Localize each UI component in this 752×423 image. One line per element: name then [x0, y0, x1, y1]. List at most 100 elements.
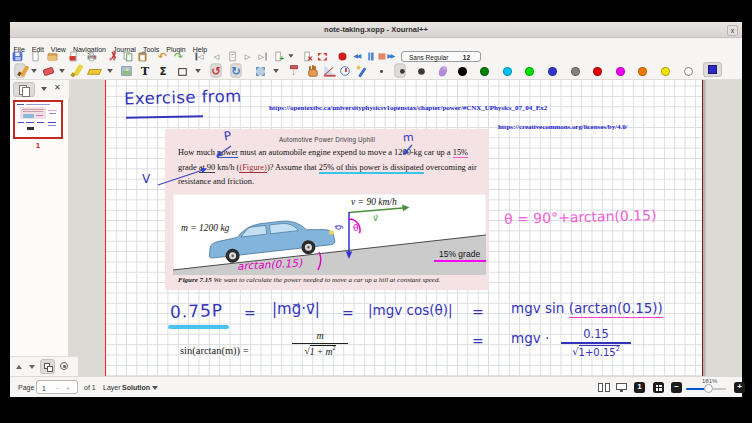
- undo-icon[interactable]: ↶: [157, 52, 167, 61]
- work-term4: mgv ·: [511, 330, 549, 346]
- layer-select[interactable]: Solution: [122, 384, 150, 391]
- move-page-up-icon[interactable]: [14, 362, 24, 372]
- copy-icon[interactable]: [122, 52, 132, 61]
- zoom-fit-button[interactable]: [653, 382, 664, 393]
- page-preview-icon[interactable]: [13, 82, 35, 97]
- rewind-icon[interactable]: ◀◀: [352, 52, 362, 61]
- equals-4: =: [472, 333, 484, 349]
- color-swatch-0[interactable]: [458, 67, 467, 76]
- settings-icon[interactable]: [57, 359, 72, 374]
- last-page-icon[interactable]: ▷: [257, 52, 267, 61]
- redo-icon[interactable]: ↷: [173, 52, 183, 61]
- rotate-left-icon[interactable]: ↺: [210, 63, 221, 77]
- insert-image-icon[interactable]: [120, 65, 131, 76]
- hand-tool-icon[interactable]: [306, 65, 317, 76]
- fullscreen-icon[interactable]: ◤◥◣◢: [317, 52, 327, 61]
- title-bar[interactable]: note-taking.xopp - Xournal++ x: [10, 22, 742, 38]
- next-page-icon[interactable]: ▷: [242, 52, 252, 61]
- page-thumbnail[interactable]: [13, 100, 63, 139]
- shape-dropdown-icon[interactable]: [192, 65, 203, 76]
- compass-icon[interactable]: [339, 65, 350, 76]
- open-folder-icon[interactable]: [47, 52, 57, 61]
- pause-icon[interactable]: [365, 52, 375, 61]
- color-swatch-1[interactable]: [480, 67, 489, 76]
- vertical-space-icon[interactable]: ↓: [288, 65, 299, 76]
- size-medium-icon[interactable]: [394, 63, 405, 77]
- color-swatch-3[interactable]: [525, 67, 534, 76]
- color-swatch-4[interactable]: [548, 67, 557, 76]
- marker-dropdown-icon[interactable]: [104, 65, 115, 76]
- color-swatch-10[interactable]: [684, 67, 693, 76]
- shape-recognizer-icon[interactable]: ★: [355, 65, 366, 76]
- paste-icon[interactable]: [137, 52, 147, 61]
- first-page-icon[interactable]: ◁: [194, 52, 204, 61]
- layer-label: Layer: [103, 384, 121, 391]
- eraser-tool-icon[interactable]: [42, 65, 53, 76]
- pen-tool-icon[interactable]: [14, 63, 25, 77]
- problem-text-line2: grade at 90 km/h ((Figure))? Assume that…: [178, 163, 477, 172]
- delete-page-icon[interactable]: ✕: [302, 52, 312, 61]
- source-url-link[interactable]: https://opentextbc.ca/universityphysicsv…: [269, 104, 547, 112]
- zoom-slider-knob[interactable]: [704, 384, 713, 393]
- marker-tool-icon[interactable]: [88, 65, 99, 76]
- close-icon[interactable]: x: [727, 25, 738, 36]
- fast-forward-icon[interactable]: ▶▶: [386, 52, 396, 61]
- add-page-icon[interactable]: +: [273, 52, 283, 61]
- zoom-100-button[interactable]: 1: [634, 382, 645, 393]
- sidebar-close-icon[interactable]: ✕: [54, 83, 61, 92]
- problem-text-line1: How much power must an automobile engine…: [178, 148, 468, 157]
- select-dropdown-icon[interactable]: [270, 65, 281, 76]
- presentation-mode-icon[interactable]: [616, 382, 628, 393]
- font-size-label: 12: [463, 54, 470, 61]
- document-page[interactable]: Exercise from https://opentextbc.ca/univ…: [105, 80, 703, 376]
- size-fine-icon[interactable]: [375, 65, 386, 76]
- save-icon[interactable]: [12, 52, 22, 61]
- select-rect-icon[interactable]: [254, 65, 265, 76]
- color-swatch-5[interactable]: [571, 67, 580, 76]
- theta-equation: θ = 90°+arctan(0.15): [504, 207, 657, 227]
- math-tex-icon[interactable]: Σ: [157, 65, 168, 76]
- new-document-icon[interactable]: [30, 52, 40, 61]
- text-tool-icon[interactable]: T: [139, 65, 150, 76]
- rotate-right-icon[interactable]: ↻: [230, 63, 241, 77]
- export-pdf-icon[interactable]: [68, 52, 78, 61]
- shape-tool-icon[interactable]: [176, 65, 187, 76]
- color-swatch-9[interactable]: [661, 67, 670, 76]
- previous-page-icon[interactable]: ◁: [211, 52, 221, 61]
- print-icon[interactable]: [86, 52, 96, 61]
- license-url-link[interactable]: https://creativecommons.org/licenses/by/…: [498, 123, 628, 131]
- annotation-m: m: [402, 131, 414, 145]
- handwritten-heading: Exercise from: [124, 86, 242, 108]
- font-button[interactable]: Sans Regular 12: [401, 51, 481, 63]
- page-indicator-icon[interactable]: [227, 52, 237, 61]
- pair-pages-icon[interactable]: [598, 383, 611, 393]
- eraser-dropdown-icon[interactable]: [56, 65, 67, 76]
- custom-color-button[interactable]: [703, 62, 722, 77]
- color-swatch-2[interactable]: [503, 67, 512, 76]
- layer-sidebar-icon[interactable]: [40, 359, 55, 374]
- add-page-dropdown-icon[interactable]: [285, 52, 295, 61]
- color-swatch-6[interactable]: [593, 67, 602, 76]
- fill-tool-icon[interactable]: [436, 65, 447, 76]
- cut-icon[interactable]: [107, 52, 117, 61]
- color-swatch-8[interactable]: [638, 67, 647, 76]
- sidebar-dropdown-icon[interactable]: [41, 87, 47, 91]
- canvas-background[interactable]: Exercise from https://opentextbc.ca/univ…: [105, 80, 742, 376]
- pen-dropdown-icon[interactable]: [28, 65, 39, 76]
- move-page-down-icon[interactable]: [27, 362, 37, 372]
- page-increment-button[interactable]: +: [66, 385, 70, 392]
- v-vector-label: v⃗: [373, 213, 378, 223]
- color-swatch-7[interactable]: [616, 67, 625, 76]
- zoom-out-button[interactable]: −: [671, 382, 682, 393]
- record-icon[interactable]: [337, 52, 347, 61]
- page-number-input[interactable]: 1 − +: [36, 380, 78, 394]
- highlighter-tool-icon[interactable]: [70, 65, 81, 76]
- grade-label: 15% grade: [439, 249, 480, 259]
- ruler-icon[interactable]: [323, 65, 334, 76]
- zoom-in-button[interactable]: +: [734, 382, 745, 393]
- size-thick-icon[interactable]: [415, 65, 426, 76]
- hand-fraction: 0.15 √1+0.152: [561, 327, 631, 357]
- stop-icon[interactable]: [376, 52, 386, 61]
- page-decrement-button[interactable]: −: [55, 385, 59, 392]
- layer-dropdown-icon[interactable]: [152, 386, 158, 390]
